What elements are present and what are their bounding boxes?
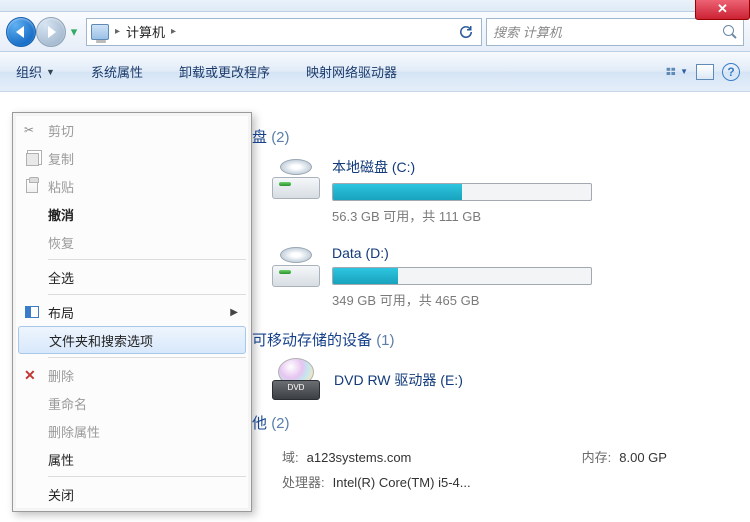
group-hdd-label: 盘 xyxy=(252,129,267,146)
close-icon: ✕ xyxy=(717,1,728,16)
content-area: 盘 (2) 本地磁盘 (C:) 56.3 GB 可用，共 111 GB Data… xyxy=(252,118,750,522)
drive-c-info: 本地磁盘 (C:) 56.3 GB 可用，共 111 GB xyxy=(332,157,738,225)
titlebar: ✕ xyxy=(0,0,750,12)
delete-icon xyxy=(24,367,40,383)
nav-back-button[interactable] xyxy=(6,17,36,47)
window-close-button[interactable]: ✕ xyxy=(695,0,750,20)
toolbar-uninstall-label: 卸载或更改程序 xyxy=(179,62,270,81)
menu-item-layout[interactable]: 布局 ▶ xyxy=(16,298,248,326)
group-header-removable[interactable]: 可移动存储的设备 (1) xyxy=(252,329,738,350)
refresh-button[interactable] xyxy=(455,21,477,43)
menu-item-delete[interactable]: 删除 xyxy=(16,361,248,389)
group-other-label: 他 xyxy=(252,415,267,432)
menu-separator xyxy=(48,259,246,260)
crumb-separator-icon: ▸ xyxy=(115,26,120,37)
group-hdd-count: (2) xyxy=(271,129,289,146)
drive-dvd[interactable]: DVD DVD RW 驱动器 (E:) xyxy=(272,360,738,400)
group-removable-count: (1) xyxy=(376,332,394,349)
drive-d-usage-bar xyxy=(332,267,592,285)
arrow-left-icon xyxy=(16,26,24,38)
address-bar[interactable]: ▸ 计算机 ▸ xyxy=(86,18,482,46)
paste-icon xyxy=(26,179,38,193)
toolbar-map-drive-button[interactable]: 映射网络驱动器 xyxy=(300,58,403,85)
sys-domain-value: a123systems.com xyxy=(307,450,412,465)
menu-item-select-all[interactable]: 全选 xyxy=(16,263,248,291)
menu-item-redo[interactable]: 恢复 xyxy=(16,228,248,256)
group-header-other[interactable]: 他 (2) xyxy=(252,412,738,433)
drive-d[interactable]: Data (D:) 349 GB 可用，共 465 GB xyxy=(272,245,738,309)
drive-d-label: Data (D:) xyxy=(332,245,738,261)
layout-icon xyxy=(25,306,39,318)
menu-item-folder-options[interactable]: 文件夹和搜索选项 xyxy=(18,326,246,354)
sys-domain-label: 域: xyxy=(282,447,299,466)
menu-item-properties[interactable]: 属性 xyxy=(16,445,248,473)
toolbar-right: ▼ ? xyxy=(666,62,740,82)
hard-drive-icon xyxy=(272,163,320,199)
submenu-arrow-icon: ▶ xyxy=(230,307,238,318)
group-removable-label: 可移动存储的设备 xyxy=(252,332,372,349)
chevron-down-icon: ▼ xyxy=(680,67,688,76)
search-input[interactable]: 搜索 计算机 xyxy=(486,18,744,46)
navbar: ▾ ▸ 计算机 ▸ 搜索 计算机 xyxy=(0,12,750,52)
breadcrumb-computer[interactable]: 计算机 xyxy=(126,22,165,41)
menu-item-undo[interactable]: 撤消 xyxy=(16,200,248,228)
crumb-separator-icon: ▸ xyxy=(171,26,176,37)
nav-forward-button[interactable] xyxy=(36,17,66,47)
drive-c-usage-bar xyxy=(332,183,592,201)
search-placeholder: 搜索 计算机 xyxy=(493,22,562,41)
sys-cpu-value: Intel(R) Core(TM) i5-4... xyxy=(333,475,471,490)
refresh-icon xyxy=(458,24,474,40)
toolbar: 组织 ▼ 系统属性 卸载或更改程序 映射网络驱动器 ▼ ? xyxy=(0,52,750,92)
system-info: 域: a123systems.com 内存: 8.00 GP 处理器: Inte… xyxy=(282,447,738,491)
preview-pane-button[interactable] xyxy=(696,64,714,80)
toolbar-system-label: 系统属性 xyxy=(91,62,143,81)
arrow-right-icon xyxy=(48,26,56,38)
group-other-count: (2) xyxy=(271,415,289,432)
chevron-down-icon: ▼ xyxy=(46,67,55,77)
menu-item-rename[interactable]: 重命名 xyxy=(16,389,248,417)
organize-menu: 剪切 复制 粘贴 撤消 恢复 全选 布局 ▶ xyxy=(12,112,252,512)
menu-item-close[interactable]: 关闭 xyxy=(16,480,248,508)
dvd-drive-icon: DVD xyxy=(272,360,320,400)
view-grid-icon xyxy=(666,64,678,80)
sys-cpu-label: 处理器: xyxy=(282,472,325,491)
scissors-icon xyxy=(24,122,40,138)
help-button[interactable]: ? xyxy=(722,63,740,81)
drive-c[interactable]: 本地磁盘 (C:) 56.3 GB 可用，共 111 GB xyxy=(272,157,738,225)
drive-d-info: Data (D:) 349 GB 可用，共 465 GB xyxy=(332,245,738,309)
menu-separator xyxy=(48,357,246,358)
view-options-button[interactable]: ▼ xyxy=(666,62,688,82)
menu-separator xyxy=(48,294,246,295)
nav-buttons: ▾ xyxy=(6,17,82,47)
menu-separator xyxy=(48,476,246,477)
nav-history-dropdown[interactable]: ▾ xyxy=(66,21,82,43)
toolbar-uninstall-button[interactable]: 卸载或更改程序 xyxy=(173,58,276,85)
drive-dvd-label: DVD RW 驱动器 (E:) xyxy=(334,370,463,390)
group-header-hdd[interactable]: 盘 (2) xyxy=(252,126,738,147)
menu-item-cut[interactable]: 剪切 xyxy=(16,116,248,144)
sys-memory-label: 内存: xyxy=(582,447,612,466)
sys-memory-value: 8.00 GP xyxy=(619,450,667,465)
hard-drive-icon xyxy=(272,251,320,287)
menu-item-copy[interactable]: 复制 xyxy=(16,144,248,172)
toolbar-system-properties-button[interactable]: 系统属性 xyxy=(85,58,149,85)
menu-item-paste[interactable]: 粘贴 xyxy=(16,172,248,200)
drive-c-label: 本地磁盘 (C:) xyxy=(332,157,738,177)
search-icon xyxy=(723,25,737,39)
drive-c-stats: 56.3 GB 可用，共 111 GB xyxy=(332,206,738,225)
toolbar-organize-button[interactable]: 组织 ▼ xyxy=(10,58,61,85)
copy-icon xyxy=(26,153,39,166)
menu-item-remove-properties[interactable]: 删除属性 xyxy=(16,417,248,445)
computer-icon xyxy=(91,24,109,40)
drive-d-stats: 349 GB 可用，共 465 GB xyxy=(332,290,738,309)
toolbar-map-drive-label: 映射网络驱动器 xyxy=(306,62,397,81)
toolbar-organize-label: 组织 xyxy=(16,62,42,81)
